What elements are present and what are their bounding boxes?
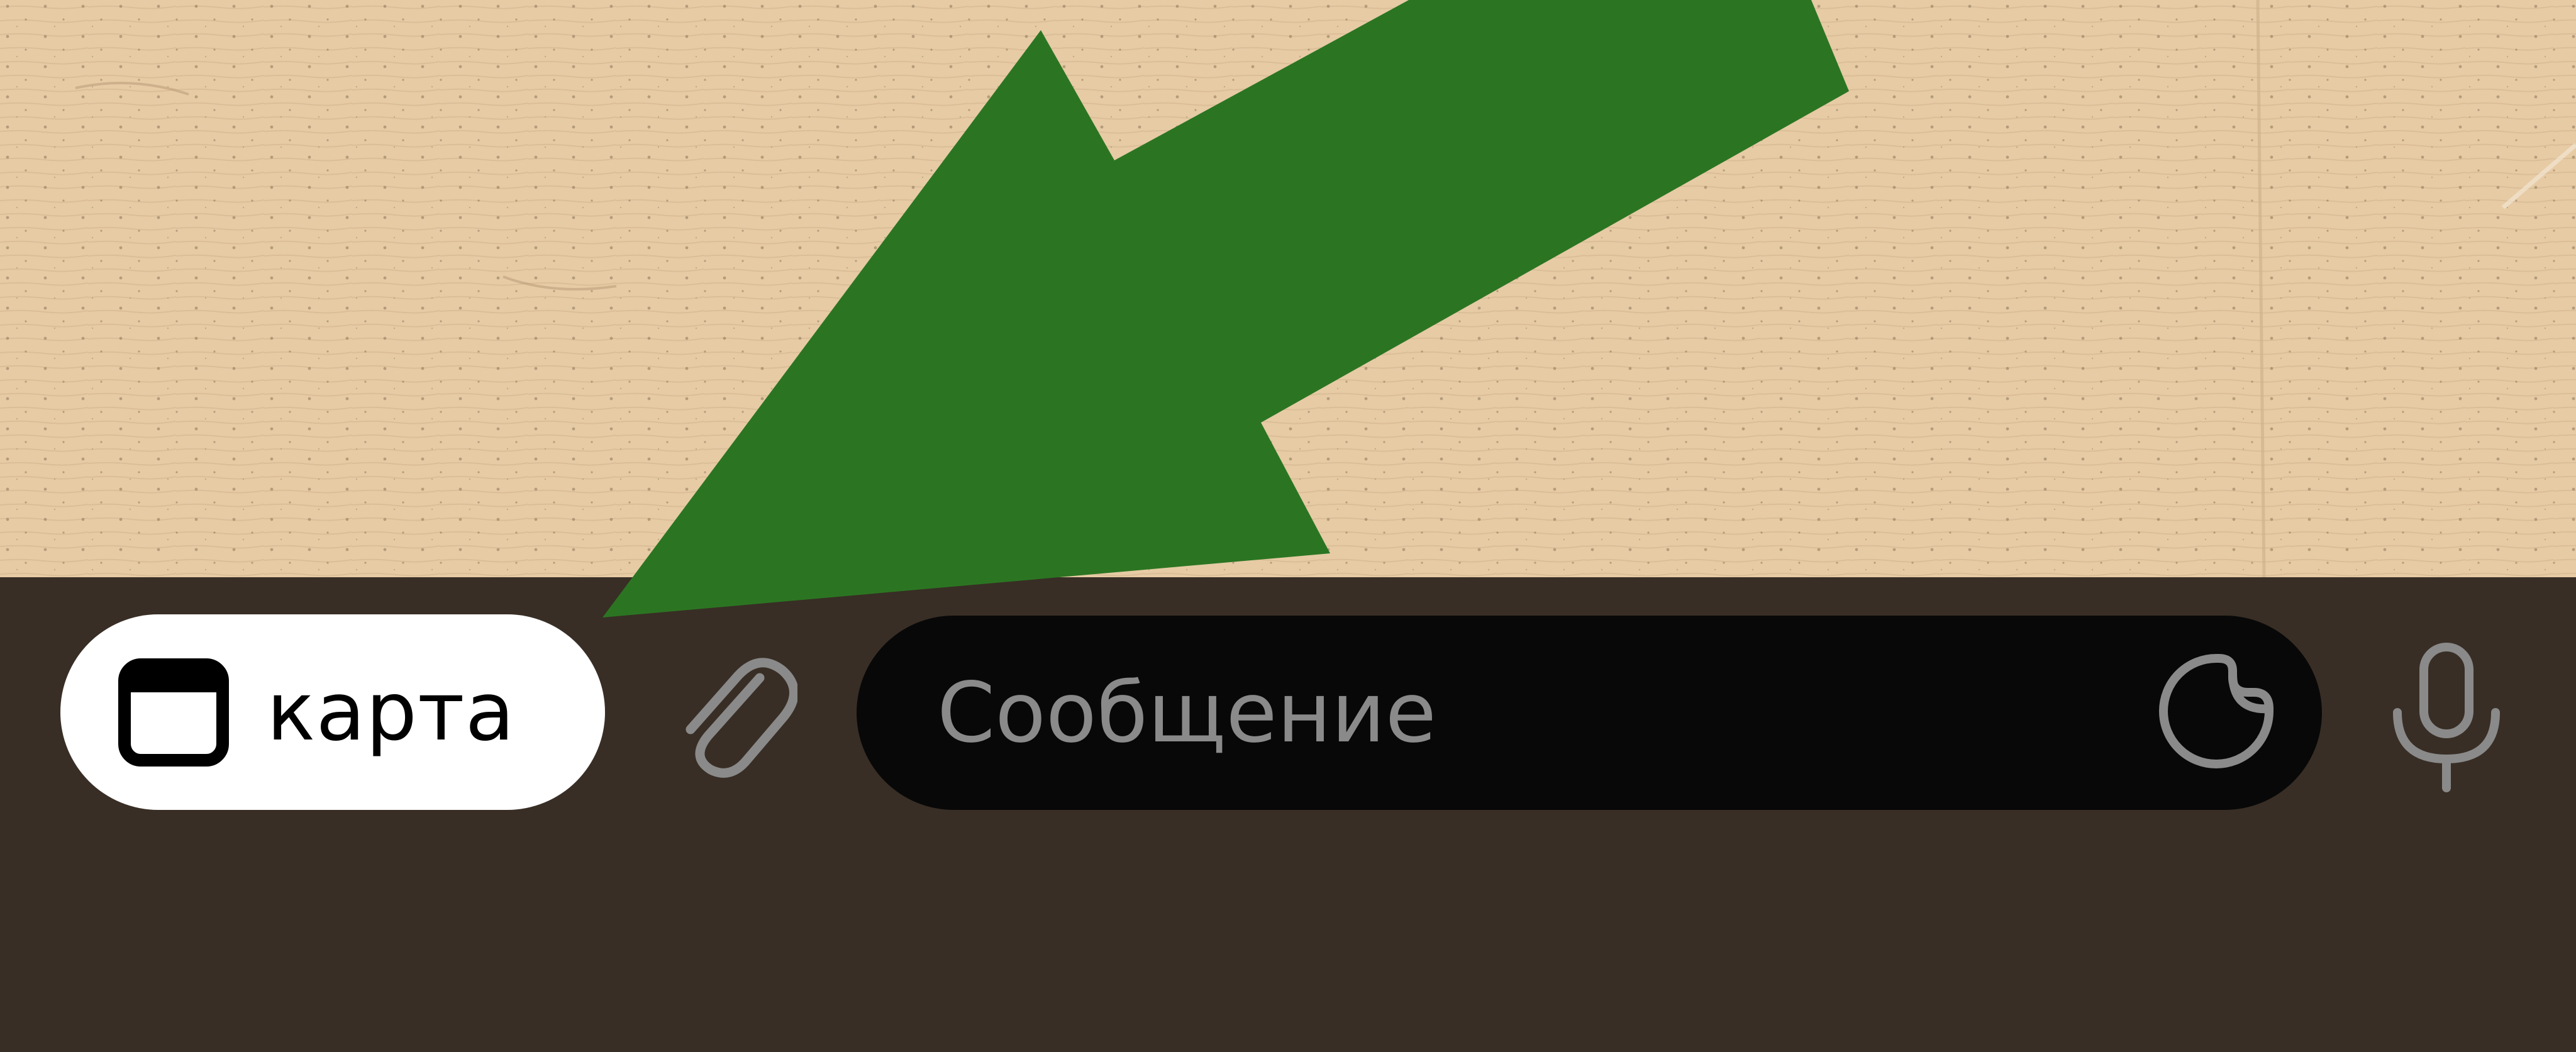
chat-screen: карта xyxy=(0,0,2576,1052)
microphone-icon xyxy=(2384,642,2509,795)
bot-menu-label: карта xyxy=(267,665,515,759)
message-input[interactable] xyxy=(937,616,2132,810)
bot-menu-button[interactable]: карта xyxy=(60,614,605,810)
sticker-icon xyxy=(2153,648,2279,777)
chat-wallpaper xyxy=(0,0,2576,577)
voice-message-button[interactable] xyxy=(2371,634,2522,804)
message-field[interactable] xyxy=(857,616,2322,810)
paperclip-icon xyxy=(665,640,799,787)
attach-button[interactable] xyxy=(665,640,799,787)
window-icon xyxy=(118,657,229,768)
sticker-button[interactable] xyxy=(2147,643,2285,782)
